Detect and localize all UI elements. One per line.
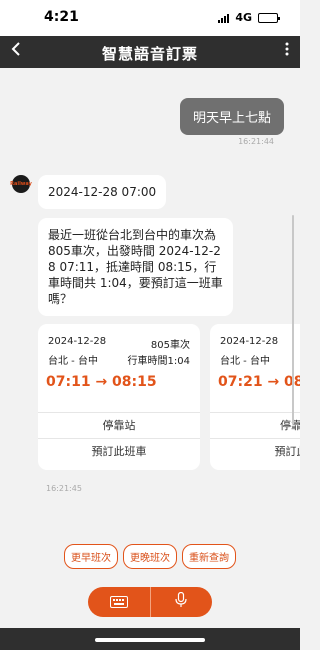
- keyboard-icon: [109, 593, 128, 612]
- home-indicator[interactable]: [95, 638, 205, 642]
- quick-actions: 更早班次 更晚班次 重新查詢: [0, 544, 300, 569]
- input-bar: [88, 587, 212, 617]
- page-title: 智慧語音訂票: [101, 45, 198, 63]
- bot-avatar: Railway: [10, 175, 32, 193]
- battery-icon: [258, 12, 280, 23]
- bot-reply-bubble: 最近一班從台北到台中的車次為805車次，出發時間 2024-12-28 07:1…: [38, 218, 233, 316]
- home-bar: [0, 628, 300, 650]
- book-train-button[interactable]: 預訂此班車: [38, 438, 200, 464]
- train-date: 2024-12-28: [48, 336, 107, 347]
- train-duration: 行車時間1:04: [127, 356, 190, 367]
- book-train-button[interactable]: 預訂此: [210, 438, 300, 464]
- view-stops-button[interactable]: 停靠站: [38, 412, 200, 438]
- train-route: 台北 - 台中: [220, 356, 270, 367]
- status-time: 4:21: [44, 9, 79, 25]
- top-nav-bar: 智慧語音訂票: [0, 36, 300, 68]
- earlier-train-button[interactable]: 更早班次: [64, 544, 118, 569]
- user-message-bubble: 明天早上七點: [179, 98, 284, 135]
- view-stops-button[interactable]: 停靠: [210, 412, 300, 438]
- user-message-time: 16:21:44: [238, 137, 274, 146]
- train-times: 07:21 → 08:: [218, 374, 300, 390]
- bot-date-bubble: 2024-12-28 07:00: [38, 175, 167, 209]
- status-bar: 4:21 4G: [0, 0, 300, 36]
- microphone-icon: [175, 591, 187, 612]
- more-vert-icon[interactable]: [284, 41, 290, 61]
- signal-icon: [218, 13, 230, 23]
- network-type: 4G: [235, 11, 252, 24]
- keyboard-button[interactable]: [88, 587, 150, 617]
- bot-message-time: 16:21:45: [46, 484, 82, 493]
- train-card: 2024-12-28 805車次 台北 - 台中 行車時間1:04 07:11 …: [38, 324, 200, 470]
- train-date: 2024-12-28: [220, 336, 279, 347]
- chat-scrollbar[interactable]: [292, 215, 294, 425]
- train-number: 805車次: [150, 340, 190, 351]
- train-route: 台北 - 台中: [48, 356, 98, 367]
- chat-area[interactable]: 明天早上七點 16:21:44 Railway 2024-12-28 07:00…: [0, 68, 300, 580]
- requery-button[interactable]: 重新查詢: [182, 544, 236, 569]
- later-train-button[interactable]: 更晚班次: [123, 544, 177, 569]
- voice-button[interactable]: [149, 587, 213, 617]
- train-card: 2024-12-28 台北 - 台中 07:21 → 08: 停靠 預訂此: [210, 324, 300, 470]
- train-times: 07:11 → 08:15: [46, 374, 157, 390]
- status-icons: 4G: [218, 11, 280, 24]
